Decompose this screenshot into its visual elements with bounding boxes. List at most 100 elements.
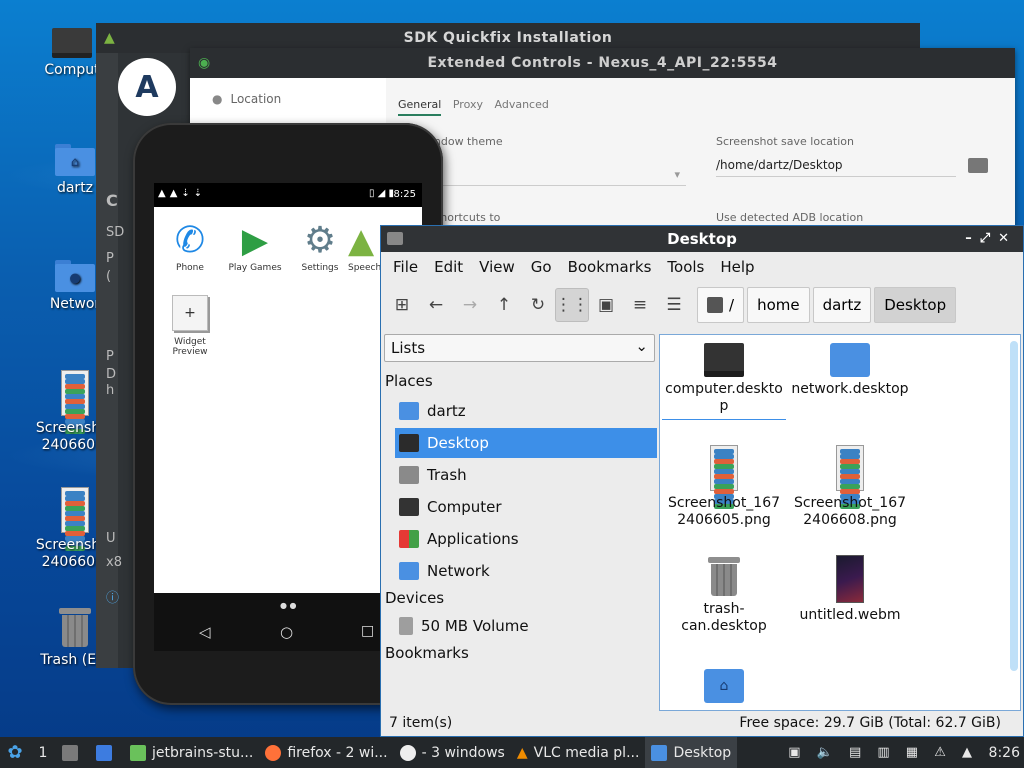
tab-advanced[interactable]: Advanced (495, 98, 549, 111)
page-indicator-icon: ● ● (280, 601, 297, 610)
settings-tabs: General Proxy Advanced (398, 98, 557, 116)
file-trash-can[interactable]: trash-can.desktop (662, 557, 786, 635)
compact-view-icon[interactable]: ≡ (623, 288, 657, 322)
back-icon[interactable]: ◁ (199, 623, 211, 641)
task-desktop[interactable]: Desktop (645, 737, 738, 768)
file-folder-partial[interactable]: ⌂ (662, 669, 786, 707)
app-speech[interactable]: ▲ Speech (348, 219, 380, 273)
menu-bar: File Edit View Go Bookmarks Tools Help (381, 252, 1023, 282)
menu-bookmarks[interactable]: Bookmarks (560, 258, 660, 276)
task-jetbrains[interactable]: jetbrains-stu... (124, 737, 259, 768)
recents-icon[interactable]: □ (361, 623, 374, 639)
play-games-icon: ▶ (241, 221, 269, 261)
home-icon[interactable]: ○ (280, 623, 293, 641)
home-folder-icon: ⌂ (704, 669, 744, 703)
folder-icon[interactable] (968, 158, 988, 173)
network-folder-icon (830, 343, 870, 377)
place-dartz[interactable]: dartz (395, 396, 657, 426)
app-phone[interactable]: ✆ Phone (160, 219, 220, 273)
desktop-icon (399, 434, 419, 452)
place-trash[interactable]: Trash (395, 460, 657, 490)
file-screenshot-1[interactable]: Screenshot_167 2406605.png (662, 445, 786, 529)
back-arrow-icon[interactable]: ← (419, 288, 453, 322)
menu-edit[interactable]: Edit (426, 258, 471, 276)
computer-icon (399, 498, 419, 516)
trash-icon (708, 557, 740, 597)
thumbnail-view-icon[interactable]: ▣ (589, 288, 623, 322)
device-volume[interactable]: 50 MB Volume (395, 611, 657, 641)
tray-clock[interactable]: 8:26 (984, 737, 1024, 768)
video-file-icon (836, 555, 864, 603)
tray-icons[interactable]: ▣ 🔈 ▤ ▥ ▦ ⚠ ▲ (782, 737, 984, 768)
image-file-icon (710, 445, 738, 509)
adb-location-label: Use detected ADB location (716, 211, 864, 224)
detailed-view-icon[interactable]: ☰ (657, 288, 691, 322)
settings-gear-icon: ⚙ (303, 220, 337, 261)
screenshot-location-field[interactable]: /home/dartz/Desktop (716, 158, 956, 177)
breadcrumb-home[interactable]: home (747, 287, 810, 323)
reload-icon[interactable]: ↻ (521, 288, 555, 322)
home-folder-icon (399, 402, 419, 420)
file-untitled-webm[interactable]: untitled.webm (788, 555, 912, 624)
icon-view-icon[interactable]: ⋮⋮ (555, 288, 589, 322)
emulator-icon: ◉ (198, 55, 211, 71)
breadcrumb-desktop[interactable]: Desktop (874, 287, 957, 323)
file-screenshot-2[interactable]: Screenshot_167 2406608.png (788, 445, 912, 529)
task-vlc[interactable]: ▲ VLC media pl... (511, 737, 646, 768)
image-file-icon (836, 445, 864, 509)
task-emulator[interactable]: - 3 windows (394, 737, 511, 768)
forward-arrow-icon[interactable]: → (453, 288, 487, 322)
app-settings[interactable]: ⚙ Settings (290, 219, 350, 273)
window-controls[interactable]: –⤢✕ (965, 226, 1017, 252)
menu-tools[interactable]: Tools (659, 258, 712, 276)
screenshot-location-label: Screenshot save location (716, 135, 854, 148)
file-computer-desktop[interactable]: computer.deskto p (662, 343, 786, 420)
menu-go[interactable]: Go (523, 258, 560, 276)
task-firefox[interactable]: firefox - 2 wi... (259, 737, 393, 768)
place-network[interactable]: Network (395, 556, 657, 586)
app-play-games[interactable]: ▶ Play Games (225, 219, 285, 273)
trash-icon (399, 466, 419, 484)
widget-preview-icon: + (172, 295, 208, 331)
toolbar: ⊞ ← → ↑ ↻ ⋮⋮ ▣ ≡ ☰ / home dartz Desktop (381, 282, 1023, 328)
place-computer[interactable]: Computer (395, 492, 657, 522)
notification-icons: ▲▲⇣⇣ (158, 188, 207, 199)
file-view[interactable]: computer.deskto p network.desktop Screens… (659, 334, 1021, 711)
app-widget-preview[interactable]: + Widget Preview (160, 295, 220, 357)
place-applications[interactable]: Applications (395, 524, 657, 554)
side-pane-mode-select[interactable]: Lists ⌄ (384, 334, 655, 362)
file-manager-titlebar[interactable]: Desktop –⤢✕ (381, 226, 1023, 252)
show-desktop-icon[interactable] (56, 737, 90, 768)
file-network-desktop[interactable]: network.desktop (788, 343, 912, 398)
side-pane: Lists ⌄ Places dartz Desktop Trash Compu… (381, 334, 659, 706)
trash-icon (59, 608, 91, 648)
breadcrumb-root[interactable]: / (697, 287, 745, 323)
computer-icon (704, 343, 744, 377)
new-tab-icon[interactable]: ⊞ (385, 288, 419, 322)
folder-icon (387, 232, 403, 245)
image-file-icon (61, 370, 89, 434)
file-manager-window[interactable]: Desktop –⤢✕ File Edit View Go Bookmarks … (380, 225, 1024, 737)
image-file-icon (61, 487, 89, 551)
workspace-switcher[interactable]: 1 (30, 737, 56, 768)
menu-file[interactable]: File (385, 258, 426, 276)
tab-proxy[interactable]: Proxy (453, 98, 483, 111)
menu-help[interactable]: Help (712, 258, 762, 276)
file-manager-launcher-icon[interactable] (90, 737, 124, 768)
emulator-icon (399, 744, 416, 761)
sdk-side-text: C SD P ( P D h U x8 ⓘ (96, 53, 124, 668)
network-folder-icon: ● (55, 260, 95, 292)
phone-icon: ✆ (174, 220, 206, 261)
menu-view[interactable]: View (471, 258, 523, 276)
extended-controls-titlebar[interactable]: ◉ Extended Controls - Nexus_4_API_22:555… (190, 48, 1015, 78)
tab-general[interactable]: General (398, 98, 442, 116)
up-arrow-icon[interactable]: ↑ (487, 288, 521, 322)
place-desktop[interactable]: Desktop (395, 428, 657, 458)
info-icon: ⓘ (106, 591, 120, 606)
scrollbar[interactable] (1010, 341, 1018, 671)
breadcrumb-dartz[interactable]: dartz (812, 287, 872, 323)
nav-item-location[interactable]: ● Location (212, 92, 281, 106)
vlc-cone-icon: ▲ (516, 744, 528, 761)
devices-heading: Devices (385, 589, 445, 607)
start-menu-icon[interactable]: ✿ (0, 737, 30, 768)
